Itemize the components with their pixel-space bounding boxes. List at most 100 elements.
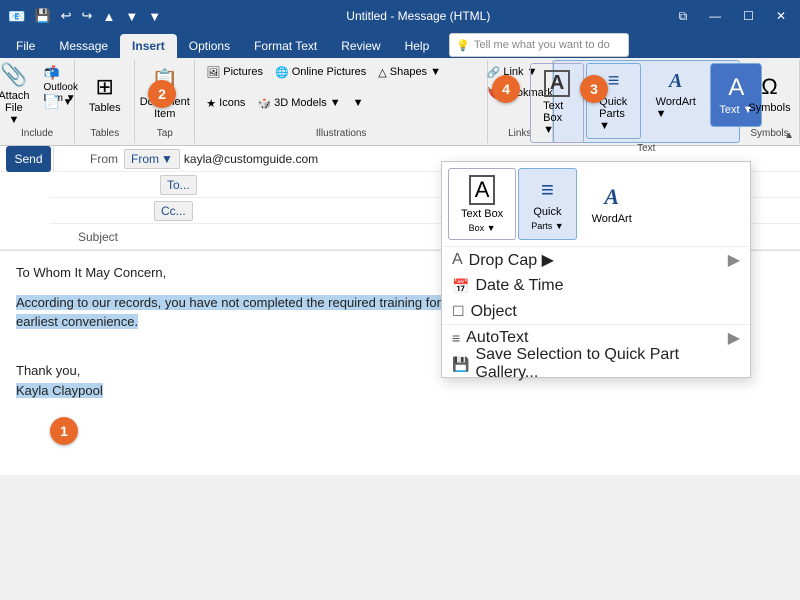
tab-insert[interactable]: Insert <box>120 34 177 58</box>
up-qat-button[interactable]: ▲ <box>99 7 118 26</box>
attach-file-button[interactable]: 📎 AttachFile ▼ <box>0 62 37 126</box>
textbox-button[interactable]: A TextBox ▼ <box>530 63 584 143</box>
symbols-icon: Ω <box>761 74 777 100</box>
dropdown-icons-row: A Text Box Box ▼ ≡ Quick Parts ▼ A WordA… <box>442 162 750 247</box>
table-icon: ⊞ <box>96 74 114 100</box>
pictures-button[interactable]: 🖼 Pictures <box>201 62 268 82</box>
customize-qat-button[interactable]: ▼ <box>145 7 164 26</box>
tell-me-bar[interactable]: 💡 Tell me what you want to do <box>449 33 629 57</box>
outlook-icon: 📧 <box>8 8 25 25</box>
3d-icon: 🎲 <box>257 97 271 110</box>
tab-review[interactable]: Review <box>329 34 392 58</box>
down-qat-button[interactable]: ▼ <box>122 7 141 26</box>
step-3-circle: 3 <box>580 75 608 103</box>
3d-models-button[interactable]: 🎲 3D Models ▼ <box>252 93 345 113</box>
dropdown-wordart-icon: A <box>604 184 619 210</box>
textbox-icon: A <box>544 70 570 97</box>
send-button[interactable]: Send <box>6 146 50 172</box>
title-bar-left: 📧 💾 ↩ ↪ ▲ ▼ ▼ <box>8 6 164 26</box>
step-4-circle: 4 <box>492 75 520 103</box>
dropdown-datetime[interactable]: 📅 Date & Time <box>442 273 750 299</box>
tab-options[interactable]: Options <box>177 34 242 58</box>
tables-button[interactable]: ⊞ Tables <box>82 62 128 126</box>
dropdown-textbox-icon: A <box>469 175 496 205</box>
symbols-button[interactable]: Ω Symbols <box>741 62 797 126</box>
lightbulb-icon: 💡 <box>456 39 470 52</box>
shapes-icon: △ <box>378 66 386 79</box>
ribbon: 📎 AttachFile ▼ 📬 OutlookItem ▼ 📄 ▼ Inclu… <box>0 58 800 146</box>
online-pictures-icon: 🌐 <box>275 66 289 79</box>
quick-access-toolbar: 💾 ↩ ↪ ▲ ▼ ▼ <box>31 6 164 26</box>
ribbon-tabs: File Message Insert Options Format Text … <box>0 32 800 58</box>
shapes-button[interactable]: △ Shapes ▼ <box>373 62 446 82</box>
wordart-button[interactable]: A WordArt ▼ <box>643 63 708 127</box>
text-buttons: A TextBox ▼ ≡ QuickParts ▼ A WordArt ▼ A… <box>530 63 762 143</box>
undo-qat-button[interactable]: ↩ <box>58 6 75 26</box>
from-label: From <box>54 152 124 166</box>
dropdown-save-selection[interactable]: 💾 Save Selection to Quick Part Gallery..… <box>442 351 750 377</box>
dropcap-icon: A <box>452 251 463 269</box>
tell-me-placeholder: Tell me what you want to do <box>474 39 610 51</box>
body-line5: Kayla Claypool <box>16 381 784 401</box>
include-label: Include <box>21 128 53 141</box>
collapse-ribbon-button[interactable]: ▲ <box>784 130 794 141</box>
dropdown-object[interactable]: ☐ Object <box>442 299 750 325</box>
subject-label: Subject <box>54 230 124 244</box>
tables-buttons: ⊞ Tables <box>82 62 128 128</box>
ribbon-group-illustrations: 🖼 Pictures 🌐 Online Pictures △ Shapes ▼ … <box>195 60 488 143</box>
ribbon-group-text: A TextBox ▼ ≡ QuickParts ▼ A WordArt ▼ A… <box>553 60 740 143</box>
dropdown-quickparts-button[interactable]: ≡ Quick Parts ▼ <box>518 168 576 240</box>
dropdown-wordart-button[interactable]: A WordArt <box>579 168 645 240</box>
dropdown-dropcap[interactable]: A Drop Cap ▶ ▶ <box>442 247 750 273</box>
include-buttons: 📎 AttachFile ▼ 📬 OutlookItem ▼ 📄 ▼ <box>0 62 83 128</box>
quickparts-icon: ≡ <box>608 70 620 93</box>
maximize-button[interactable]: ☐ <box>737 7 760 25</box>
send-column: Send <box>4 146 54 171</box>
more-illustrations-button[interactable]: ▼ <box>348 93 369 113</box>
tab-file[interactable]: File <box>4 34 47 58</box>
title-bar: 📧 💾 ↩ ↪ ▲ ▼ ▼ Untitled - Message (HTML) … <box>0 0 800 32</box>
autotext-icon: ≡ <box>452 330 460 346</box>
window-controls: ⧉ — ☐ ✕ <box>673 7 792 26</box>
redo-qat-button[interactable]: ↪ <box>79 6 96 26</box>
close-button[interactable]: ✕ <box>770 7 792 25</box>
pictures-icon: 🖼 <box>206 66 220 79</box>
text-label: Text <box>637 143 655 156</box>
links-label: Links <box>508 128 531 141</box>
minimize-button[interactable]: — <box>703 7 727 25</box>
attach-icon: 📎 <box>0 62 27 88</box>
autotext-arrow: ▶ <box>728 328 740 348</box>
ribbon-group-tables: ⊞ Tables Tables <box>75 60 135 143</box>
body-name-highlighted: Kayla Claypool <box>16 383 103 398</box>
step-1-circle: 1 <box>50 417 78 445</box>
save-selection-icon: 💾 <box>452 356 469 373</box>
from-dropdown[interactable]: From ▼ <box>124 149 180 169</box>
cc-button[interactable]: Cc... <box>154 201 193 221</box>
inline-icon: 📄 <box>44 94 60 110</box>
icons-icon: ★ <box>206 97 216 110</box>
to-button[interactable]: To... <box>160 175 197 195</box>
tab-help[interactable]: Help <box>393 34 442 58</box>
dropdown-textbox-button[interactable]: A Text Box Box ▼ <box>448 168 516 240</box>
tab-message[interactable]: Message <box>47 34 120 58</box>
object-icon: ☐ <box>452 303 465 320</box>
save-qat-button[interactable]: 💾 <box>31 6 53 26</box>
tables-label: Tables <box>90 128 119 141</box>
wordart-icon: A <box>669 70 682 93</box>
tap-label: Tap <box>157 128 173 141</box>
ribbon-group-include: 📎 AttachFile ▼ 📬 OutlookItem ▼ 📄 ▼ Inclu… <box>0 60 75 143</box>
step-2-circle: 2 <box>148 80 176 108</box>
dropdown-qp-icon: ≡ <box>541 177 554 203</box>
restore-button[interactable]: ⧉ <box>673 7 694 26</box>
dropcap-arrow: ▶ <box>728 250 740 270</box>
illustrations-label: Illustrations <box>316 128 367 141</box>
window-title: Untitled - Message (HTML) <box>164 9 673 23</box>
symbols-label: Symbols <box>750 128 788 141</box>
illustrations-buttons: 🖼 Pictures 🌐 Online Pictures △ Shapes ▼ … <box>201 62 481 122</box>
symbols-buttons: Ω Symbols <box>741 62 797 128</box>
datetime-icon: 📅 <box>452 278 469 295</box>
icons-button[interactable]: ★ Icons <box>201 93 250 113</box>
outlook-item-icon: 📬 <box>44 65 60 81</box>
tab-format-text[interactable]: Format Text <box>242 34 329 58</box>
online-pictures-button[interactable]: 🌐 Online Pictures <box>270 62 371 82</box>
